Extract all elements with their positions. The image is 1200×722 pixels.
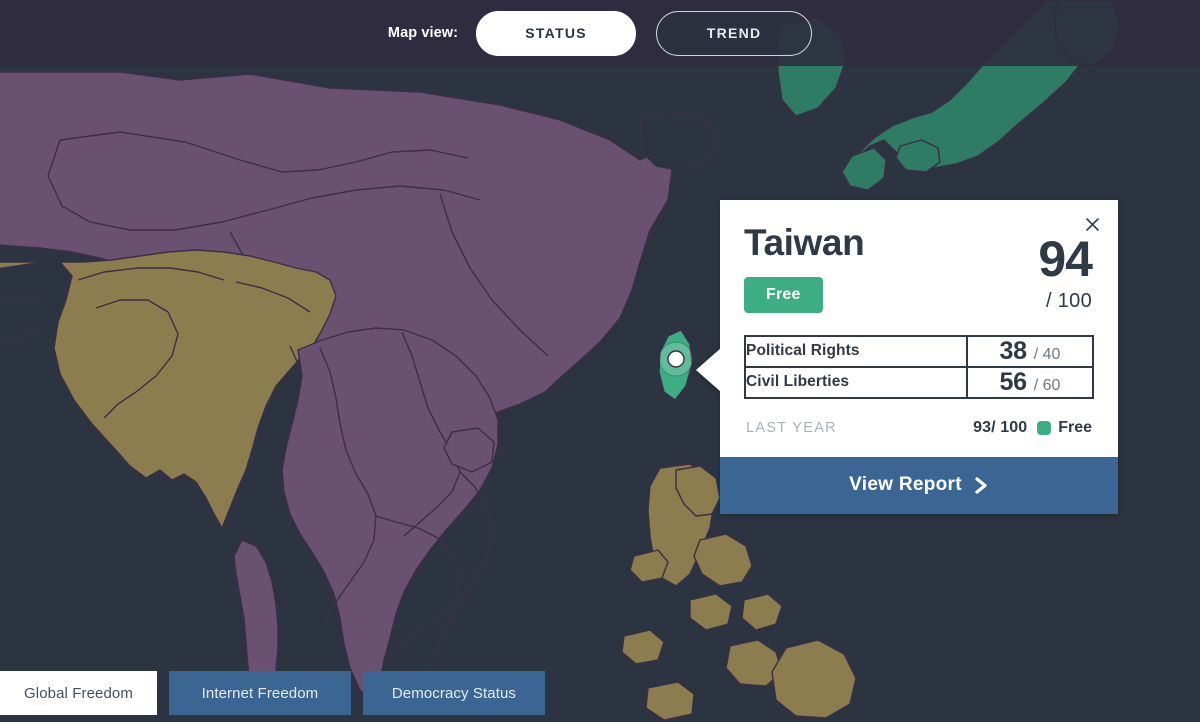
map-view-trend-label: TREND [706, 25, 762, 41]
view-report-button[interactable]: View Report [720, 456, 1118, 514]
callout-pointer [696, 348, 721, 392]
chevron-right-icon [974, 476, 989, 495]
subscore-value-civil-liberties: 56 / 60 [966, 365, 1094, 399]
tab-global-freedom[interactable]: Global Freedom [0, 671, 157, 715]
table-row: Civil Liberties 56 / 60 [744, 365, 1094, 399]
table-row: Political Rights 38 / 40 [744, 334, 1094, 368]
freedom-map-app: Map view: STATUS TREND Taiwan Free 94 / … [0, 0, 1200, 722]
last-year-status-label: Free [1058, 418, 1092, 436]
last-year-status: Free [1037, 419, 1092, 437]
subscore-denominator: / 40 [1033, 345, 1061, 363]
last-year-score-number: 93 [973, 418, 992, 436]
page-title: Taiwan [744, 222, 865, 263]
last-year-row: LAST YEAR 93/ 100 Free [744, 399, 1094, 457]
card-header-right: 94 / 100 [1038, 222, 1094, 313]
subscore-value-political-rights: 38 / 40 [966, 334, 1094, 368]
card-body: Taiwan Free 94 / 100 Political Rights 38… [720, 200, 1118, 457]
close-icon[interactable] [1082, 214, 1102, 234]
subscore-denominator: / 60 [1033, 376, 1061, 394]
tab-internet-freedom[interactable]: Internet Freedom [168, 671, 351, 715]
last-year-label: LAST YEAR [746, 419, 837, 436]
total-score-denominator: / 100 [1046, 289, 1092, 312]
last-year-score: 93/ 100 [973, 419, 1027, 437]
country-detail-card: Taiwan Free 94 / 100 Political Rights 38… [696, 200, 1118, 514]
tab-internet-freedom-label: Internet Freedom [201, 684, 319, 702]
map-marker-taiwan[interactable] [667, 350, 685, 368]
last-year-score-denominator: / 100 [991, 418, 1028, 436]
map-view-label: Map view: [387, 25, 459, 41]
card-header-left: Taiwan Free [744, 222, 865, 313]
dataset-tabs: Global Freedom Internet Freedom Democrac… [0, 671, 545, 715]
map-view-trend-button[interactable]: TREND [656, 10, 813, 56]
total-score: 94 [1038, 231, 1093, 287]
tab-democracy-status-label: Democracy Status [391, 684, 517, 702]
subscore-number: 56 [999, 367, 1028, 396]
tab-democracy-status[interactable]: Democracy Status [362, 671, 545, 715]
card-header-row: Taiwan Free 94 / 100 [744, 222, 1094, 313]
subscore-number: 38 [999, 336, 1028, 365]
subscore-table: Political Rights 38 / 40 Civil Liberties … [744, 334, 1094, 399]
tab-global-freedom-label: Global Freedom [24, 684, 133, 702]
view-report-label: View Report [849, 474, 962, 496]
status-badge: Free [744, 276, 823, 313]
subscore-label-political-rights: Political Rights [744, 334, 968, 368]
status-dot-icon [1037, 420, 1052, 435]
map-view-status-button[interactable]: STATUS [476, 10, 637, 56]
map-view-status-label: STATUS [525, 25, 587, 41]
last-year-values: 93/ 100 Free [973, 419, 1092, 437]
subscore-label-civil-liberties: Civil Liberties [744, 365, 968, 399]
map-view-toolbar: Map view: STATUS TREND [0, 0, 1200, 66]
